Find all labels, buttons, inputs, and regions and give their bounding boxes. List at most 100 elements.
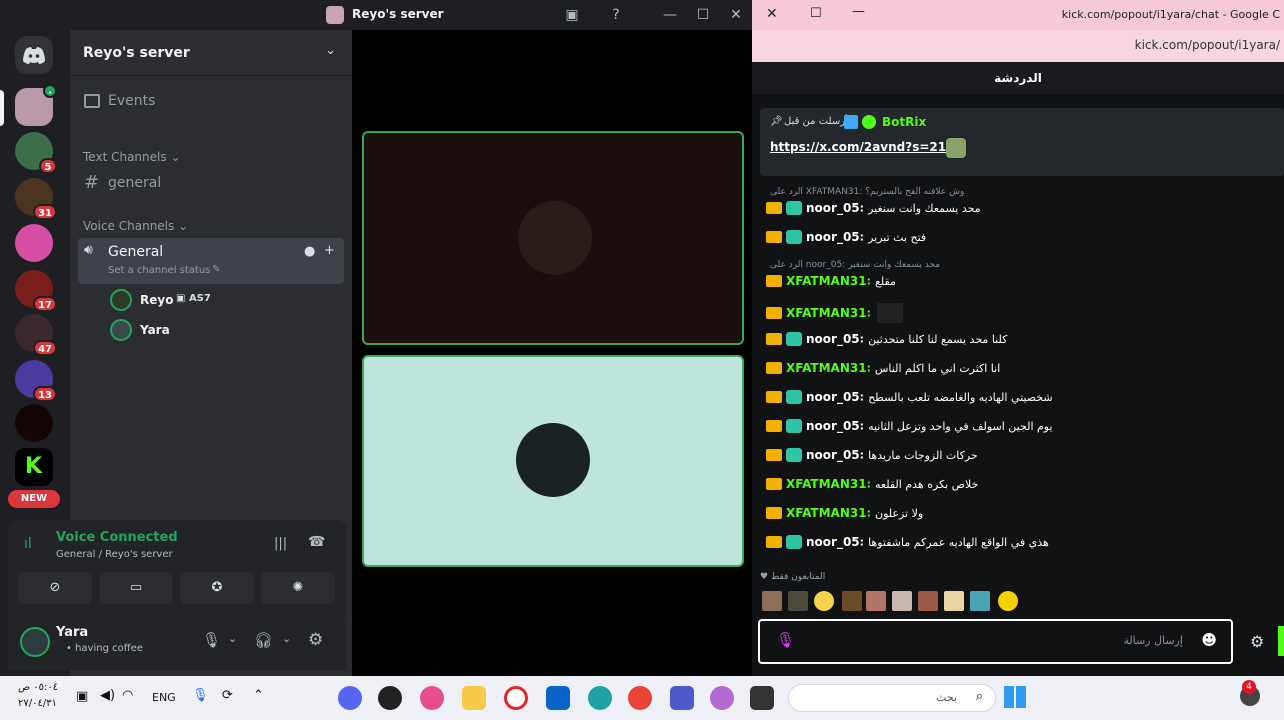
send-button[interactable] xyxy=(1278,626,1284,656)
guild-5[interactable]: 17 xyxy=(15,270,57,312)
chevron-down-icon[interactable]: ⌄ xyxy=(282,632,291,645)
minimize-icon[interactable]: — xyxy=(852,4,865,19)
chat-message[interactable]: noor_05: هذي في الواقع الهاديه عمركم ماشف… xyxy=(766,535,1049,557)
chevron-down-icon[interactable]: ⌄ xyxy=(228,632,237,645)
guild-8[interactable] xyxy=(15,404,53,442)
voice-user-yara[interactable]: Yara xyxy=(110,319,270,343)
address-bar[interactable]: kick.com/popout/i1yara/ xyxy=(752,30,1284,62)
voice-category[interactable]: Voice Channels ⌄ xyxy=(83,219,188,233)
app-taskbar-icon[interactable] xyxy=(378,686,402,710)
copilot-icon[interactable] xyxy=(710,686,734,710)
windows-start-icon[interactable] xyxy=(1004,686,1026,708)
server-header[interactable]: Reyo's server ⌄ xyxy=(70,30,352,76)
emoji-icon[interactable]: ☻ xyxy=(1201,631,1217,649)
chat-message[interactable]: noor_05: يوم الجين اسولف في واحد وتزعل ال… xyxy=(766,419,1053,441)
chat-message[interactable]: XFATMAN31: ولا تزعلون xyxy=(766,506,923,528)
chat-message[interactable]: XFATMAN31: انا اكثرت اني ما اكلم الناس xyxy=(766,361,1000,383)
discord-taskbar-icon[interactable] xyxy=(338,686,362,710)
new-badge[interactable]: NEW xyxy=(8,490,60,508)
emote[interactable] xyxy=(918,591,938,611)
emote[interactable] xyxy=(842,591,862,611)
pencil-icon[interactable]: ✎ xyxy=(212,264,220,275)
settings-gear-icon[interactable]: ⚙ xyxy=(308,630,323,650)
taskbar-search[interactable]: بحث ⌕ xyxy=(788,684,996,712)
chat-username[interactable]: noor_05 xyxy=(806,390,860,404)
voice-user-reyo[interactable]: Reyo ▣ AS7 xyxy=(110,289,270,313)
emote[interactable] xyxy=(944,591,964,611)
minimize-icon[interactable]: — xyxy=(660,5,680,25)
edge-icon[interactable] xyxy=(588,686,612,710)
chat-username[interactable]: noor_05 xyxy=(806,230,860,244)
camera-icon[interactable]: ▣ xyxy=(76,689,88,704)
opera-icon[interactable] xyxy=(504,686,528,710)
chat-username[interactable]: XFATMAN31 xyxy=(786,306,867,320)
clock-date[interactable]: ٢٧/٠٤/٣١ xyxy=(18,698,57,709)
close-icon[interactable]: ✕ xyxy=(726,5,746,25)
emote[interactable] xyxy=(877,303,903,323)
mic-tray-icon[interactable]: 🎙︎ xyxy=(192,688,209,703)
video-tile-reyo[interactable] xyxy=(362,131,744,345)
chat-username[interactable]: noor_05 xyxy=(806,332,860,346)
channel-general-text[interactable]: # general xyxy=(78,168,344,200)
discord-home-button[interactable] xyxy=(15,36,53,74)
chat-message[interactable]: noor_05: فتح بث تبرير xyxy=(766,230,926,252)
chat-message[interactable]: XFATMAN31: xyxy=(766,303,903,325)
events-item[interactable]: Events xyxy=(78,86,344,118)
outlook-icon[interactable] xyxy=(546,686,570,710)
help-icon[interactable]: ? xyxy=(606,5,626,25)
chat-username[interactable]: noor_05 xyxy=(806,201,860,215)
chat-username[interactable]: XFATMAN31 xyxy=(786,506,867,520)
chat-message[interactable]: XFATMAN31: مقلع xyxy=(766,274,896,296)
add-user-icon[interactable]: + xyxy=(324,243,335,258)
text-category[interactable]: Text Channels ⌄ xyxy=(83,150,181,164)
noise-suppression-icon[interactable]: ||| xyxy=(274,536,287,551)
video-tile-yara[interactable] xyxy=(362,355,744,567)
channel-status-placeholder[interactable]: Set a channel status xyxy=(108,265,210,276)
emote[interactable] xyxy=(762,591,782,611)
clock-time[interactable]: ٠٥:٠٤ ص xyxy=(18,682,58,693)
chat-message[interactable]: XFATMAN31: خلاص بكره هدم القلعه xyxy=(766,477,978,499)
guild-reyos-server[interactable]: · xyxy=(15,84,57,126)
chat-input[interactable]: 🎙︎ إرسال رسالة ☻ xyxy=(758,619,1233,664)
chat-username[interactable]: XFATMAN31 xyxy=(786,477,867,491)
screen-share-button[interactable]: ▭ xyxy=(99,572,173,604)
chrome-icon[interactable] xyxy=(628,686,652,710)
guild-3[interactable]: 31 xyxy=(15,178,57,220)
guild-2[interactable]: 5 xyxy=(15,132,57,174)
mic-icon[interactable]: 🎙︎ xyxy=(776,631,795,649)
user-avatar[interactable] xyxy=(20,627,50,657)
chat-settings-gear-icon[interactable]: ⚙ xyxy=(1250,632,1264,651)
emote[interactable] xyxy=(892,591,912,611)
chat-username[interactable]: XFATMAN31 xyxy=(786,274,867,288)
chat-bubble-icon[interactable]: ● xyxy=(304,244,315,259)
disconnect-icon[interactable]: ☎ xyxy=(308,534,325,550)
chat-username[interactable]: noor_05 xyxy=(806,448,860,462)
voice-location[interactable]: General / Reyo's server xyxy=(56,549,173,560)
file-explorer-icon[interactable] xyxy=(462,686,486,710)
chat-message[interactable]: noor_05: شخصيتي الهاديه والغامضه تلعب بال… xyxy=(766,390,1053,412)
emote[interactable] xyxy=(998,591,1018,611)
sound-icon[interactable]: ◀) xyxy=(100,688,115,703)
teams-icon[interactable] xyxy=(670,686,694,710)
inbox-icon[interactable]: ▣ xyxy=(562,5,582,25)
sync-icon[interactable]: ⟳ xyxy=(222,688,233,703)
channel-general-voice[interactable]: 🔊︎ General Set a channel status ✎ ● + xyxy=(78,238,344,284)
headphones-icon[interactable]: 🎧︎ xyxy=(254,631,273,649)
voice-connected-label[interactable]: Voice Connected xyxy=(56,530,178,545)
emote[interactable] xyxy=(814,591,834,611)
guild-7[interactable]: 13 xyxy=(15,360,57,402)
chat-username[interactable]: noor_05 xyxy=(806,419,860,433)
pinned-message[interactable]: 📌︎ أرسلت من قبل BotRix https://x.com/2av… xyxy=(760,108,1284,176)
emote[interactable] xyxy=(788,591,808,611)
maximize-icon[interactable]: ☐ xyxy=(810,6,822,21)
store-icon[interactable] xyxy=(750,686,774,710)
mic-icon[interactable]: 🎙︎ xyxy=(202,631,221,649)
maximize-icon[interactable]: ☐ xyxy=(693,5,713,25)
chat-message[interactable]: noor_05: كلنا محد يسمع لنا كلنا متحدثين xyxy=(766,332,1007,354)
activity-button[interactable]: ✪ xyxy=(180,572,254,604)
language-indicator[interactable]: ENG xyxy=(152,691,176,704)
close-icon[interactable]: ✕ xyxy=(766,6,778,22)
guild-4[interactable] xyxy=(15,224,53,262)
guild-6[interactable]: 47 xyxy=(15,314,57,356)
guild-kick[interactable]: K xyxy=(15,448,53,486)
